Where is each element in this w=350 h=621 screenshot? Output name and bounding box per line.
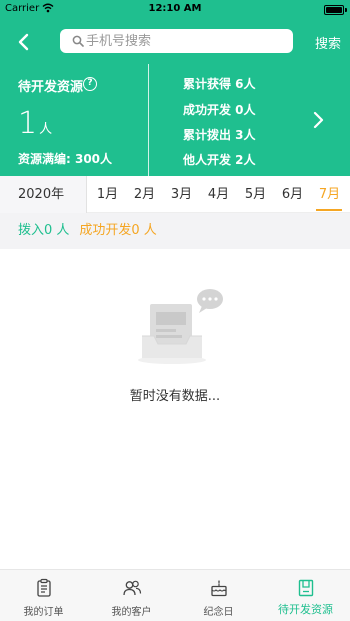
summary-divider bbox=[148, 64, 149, 176]
month-tab-6[interactable]: 6月 bbox=[274, 176, 311, 213]
bottom-tab-bar: 我的订单 我的客户 纪念日 待开发资源 bbox=[0, 569, 350, 621]
stat-success-developed: 成功开发 0人 bbox=[183, 103, 256, 117]
month-tab-2[interactable]: 2月 bbox=[126, 176, 163, 213]
tab-label-anniversary: 纪念日 bbox=[203, 607, 234, 618]
month-tab-7[interactable]: 7月 bbox=[311, 176, 348, 213]
success-count: 成功开发0 人 bbox=[79, 223, 157, 238]
month-tab-1[interactable]: 1月 bbox=[89, 176, 126, 213]
pending-count-unit: 人 bbox=[39, 122, 53, 137]
chevron-right-icon[interactable] bbox=[312, 111, 324, 129]
month-selector: 2020年 1月 2月 3月 4月 5月 6月 7月 bbox=[0, 176, 350, 213]
help-icon[interactable]: ? bbox=[83, 77, 97, 91]
pending-count: 1人 bbox=[18, 106, 52, 141]
capacity-label: 资源满编: 300人 bbox=[18, 152, 113, 166]
search-input[interactable] bbox=[86, 29, 286, 53]
status-bar: Carrier 12:10 AM bbox=[0, 0, 350, 20]
clipboard-icon bbox=[37, 578, 51, 597]
tab-my-orders[interactable]: 我的订单 bbox=[0, 570, 87, 621]
empty-inbox-icon bbox=[138, 289, 223, 364]
year-selector[interactable]: 2020年 bbox=[0, 176, 86, 213]
stat-total-obtained: 累计获得 6人 bbox=[183, 77, 256, 91]
tab-label-orders: 我的订单 bbox=[23, 607, 64, 618]
tab-pending-resources[interactable]: 待开发资源 bbox=[262, 570, 349, 621]
tab-label-pending: 待开发资源 bbox=[278, 603, 333, 616]
search-box[interactable] bbox=[60, 29, 293, 53]
battery-icon bbox=[324, 5, 344, 15]
monthly-summary-strip: 拨入0 人成功开发0 人 bbox=[0, 213, 350, 249]
users-icon bbox=[123, 580, 142, 596]
pending-count-number: 1 bbox=[18, 106, 38, 141]
tab-anniversary[interactable]: 纪念日 bbox=[175, 570, 262, 621]
dial-in-count: 拨入0 人 bbox=[18, 223, 70, 238]
month-tab-4[interactable]: 4月 bbox=[200, 176, 237, 213]
search-button[interactable]: 搜索 bbox=[315, 33, 341, 52]
tab-my-customers[interactable]: 我的客户 bbox=[88, 570, 175, 621]
search-icon bbox=[72, 35, 84, 47]
cake-icon bbox=[211, 580, 227, 597]
stat-total-dialed: 累计拨出 3人 bbox=[183, 128, 256, 142]
month-tab-3[interactable]: 3月 bbox=[163, 176, 200, 213]
tab-label-customers: 我的客户 bbox=[111, 607, 152, 618]
empty-state-text: 暂时没有数据... bbox=[129, 389, 221, 404]
stat-others-developed: 他人开发 2人 bbox=[183, 153, 256, 167]
resource-box-icon bbox=[298, 579, 314, 597]
back-arrow-icon[interactable] bbox=[12, 28, 38, 56]
month-tab-5[interactable]: 5月 bbox=[237, 176, 274, 213]
nav-bar: 搜索 bbox=[0, 20, 350, 64]
year-divider bbox=[86, 176, 87, 213]
active-month-indicator bbox=[316, 209, 342, 211]
resource-summary-panel: 待开发资源 ? 1人 资源满编: 300人 累计获得 6人 成功开发 0人 累计… bbox=[0, 64, 350, 176]
pending-resources-title: 待开发资源 bbox=[18, 80, 84, 95]
clock: 12:10 AM bbox=[148, 3, 202, 14]
